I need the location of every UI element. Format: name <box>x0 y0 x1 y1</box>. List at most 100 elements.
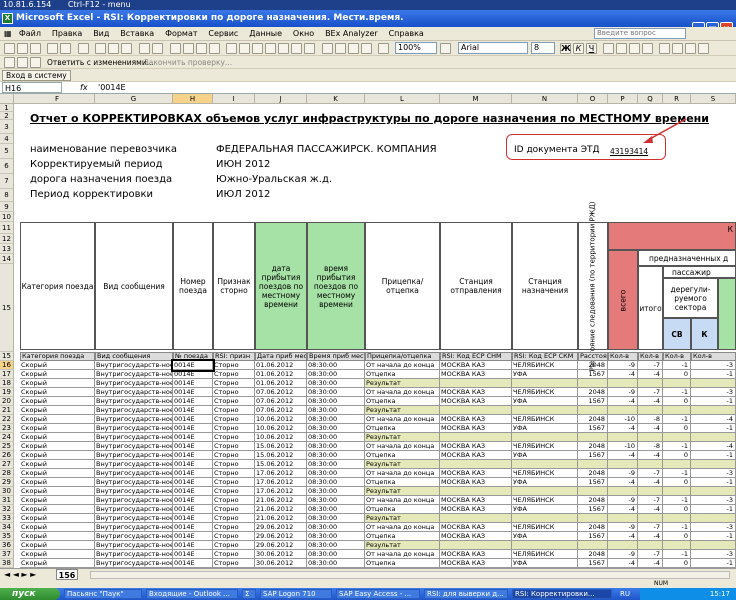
cell-date[interactable]: 15.06.2012 <box>255 442 307 451</box>
cell-quantity[interactable] <box>691 406 736 415</box>
cell-time[interactable]: 08:30:00 <box>307 505 365 514</box>
cell-category[interactable]: Скорый <box>20 397 95 406</box>
cell-coupling[interactable]: Отцепка <box>365 505 440 514</box>
task-spider[interactable]: Пасьянс "Паук" <box>64 589 142 599</box>
sap-table-icon[interactable] <box>335 43 346 54</box>
cell-quantity[interactable]: -4 <box>638 397 663 406</box>
bold-icon[interactable]: Ж <box>560 43 571 54</box>
cell-kind[interactable]: Внутригосударств-ное <box>95 424 173 433</box>
cell-from[interactable]: МОСКВА КАЗ <box>440 532 512 541</box>
cell-date[interactable]: 30.06.2012 <box>255 559 307 568</box>
cell-quantity[interactable] <box>663 433 691 442</box>
cell-storno[interactable]: Сторно <box>213 451 255 460</box>
cell-quantity[interactable] <box>608 460 638 469</box>
filter-dropdown[interactable]: Вид сообщения <box>95 352 173 361</box>
worksheet[interactable]: FGHIJKLMNOPQRS 1 2 3 4 5 6 7 8 9 10 11 12 13 14 15 15 16… <box>0 94 736 568</box>
open-icon[interactable] <box>17 43 28 54</box>
menu-bex[interactable]: BEx Analyzer <box>321 27 382 41</box>
cell-quantity[interactable]: -4 <box>608 424 638 433</box>
menu-window[interactable]: Окно <box>289 27 318 41</box>
cell-coupling[interactable]: Результат <box>365 487 440 496</box>
menu-view[interactable]: Вид <box>89 27 113 41</box>
cell-quantity[interactable]: -8 <box>638 442 663 451</box>
cell-kind[interactable]: Внутригосударств-ное <box>95 523 173 532</box>
cell-from[interactable]: МОСКВА КАЗ <box>440 397 512 406</box>
cell-quantity[interactable]: 0 <box>663 451 691 460</box>
cell-storno[interactable]: Сторно <box>213 361 255 370</box>
review-icon[interactable] <box>4 57 15 68</box>
cell-distance[interactable] <box>578 460 608 469</box>
cell-from[interactable]: МОСКВА КАЗ <box>440 478 512 487</box>
row-header[interactable]: 29 <box>0 478 14 487</box>
cell-train-number[interactable]: 0014E <box>173 541 213 550</box>
cell-quantity[interactable]: -4 <box>608 532 638 541</box>
cell-time[interactable]: 08:30:00 <box>307 532 365 541</box>
cell-quantity[interactable] <box>691 487 736 496</box>
cell-coupling[interactable]: Результат <box>365 406 440 415</box>
cell-quantity[interactable]: -4 <box>608 505 638 514</box>
cell-coupling[interactable]: Отцепка <box>365 397 440 406</box>
cell-quantity[interactable]: -1 <box>691 397 736 406</box>
cell-quantity[interactable]: -3 <box>691 361 736 370</box>
cell-storno[interactable]: Сторно <box>213 505 255 514</box>
cell-time[interactable]: 08:30:00 <box>307 379 365 388</box>
login-button[interactable]: Вход в систему <box>2 70 71 81</box>
menu-insert[interactable]: Вставка <box>116 27 158 41</box>
cell-category[interactable]: Скорый <box>20 388 95 397</box>
cell-train-number[interactable]: 0014E <box>173 496 213 505</box>
filter-dropdown[interactable]: Время приб мест <box>307 352 365 361</box>
cell-distance[interactable] <box>578 541 608 550</box>
cell-time[interactable]: 08:30:00 <box>307 361 365 370</box>
cell-time[interactable]: 08:30:00 <box>307 397 365 406</box>
cell-quantity[interactable]: -1 <box>663 523 691 532</box>
cell-coupling[interactable]: Отцепка <box>365 559 440 568</box>
cell-date[interactable]: 17.06.2012 <box>255 469 307 478</box>
cell-quantity[interactable]: -9 <box>608 361 638 370</box>
menu-tools[interactable]: Сервис <box>204 27 242 41</box>
cell-time[interactable]: 08:30:00 <box>307 550 365 559</box>
cell-time[interactable]: 08:30:00 <box>307 514 365 523</box>
cell-quantity[interactable]: -7 <box>638 496 663 505</box>
row-header[interactable]: 19 <box>0 388 14 397</box>
sap-bex-icon[interactable] <box>252 43 263 54</box>
cell-train-number[interactable]: 0014E <box>173 505 213 514</box>
review-icon-2[interactable] <box>17 57 28 68</box>
cell-to[interactable] <box>512 433 578 442</box>
cell-storno[interactable]: Сторно <box>213 388 255 397</box>
cell-quantity[interactable] <box>638 406 663 415</box>
sheet-tab[interactable]: 156 <box>56 569 78 580</box>
cell-to[interactable]: ЧЕЛЯБИНСК <box>512 442 578 451</box>
cell-quantity[interactable]: 0 <box>663 370 691 379</box>
drawing-toggle-icon[interactable] <box>378 43 389 54</box>
cell-date[interactable]: 15.06.2012 <box>255 460 307 469</box>
sort-desc-icon[interactable] <box>209 43 220 54</box>
filter-dropdown[interactable]: RSI: Код ЕСР СНМ <box>440 352 512 361</box>
sap-refresh-icon[interactable] <box>265 43 276 54</box>
cell-time[interactable]: 08:30:00 <box>307 523 365 532</box>
cell-category[interactable]: Скорый <box>20 415 95 424</box>
cell-date[interactable]: 29.06.2012 <box>255 541 307 550</box>
cell-quantity[interactable]: -1 <box>691 370 736 379</box>
cell-category[interactable]: Скорый <box>20 406 95 415</box>
cell-quantity[interactable] <box>663 514 691 523</box>
cell-train-number[interactable]: 0014E <box>173 451 213 460</box>
id-value[interactable]: 43193414 <box>610 147 648 156</box>
cell-quantity[interactable]: -4 <box>638 559 663 568</box>
redo-icon[interactable] <box>152 43 163 54</box>
preview-icon[interactable] <box>60 43 71 54</box>
new-icon[interactable] <box>4 43 15 54</box>
cell-quantity[interactable]: -7 <box>638 469 663 478</box>
cell-distance[interactable] <box>578 379 608 388</box>
cell-to[interactable]: ЧЕЛЯБИНСК <box>512 550 578 559</box>
column-header[interactable]: K <box>307 94 365 104</box>
cell-quantity[interactable]: -3 <box>691 469 736 478</box>
fx-icon[interactable]: fx <box>80 82 88 93</box>
menu-file[interactable]: Файл <box>15 27 45 41</box>
cell-to[interactable] <box>512 460 578 469</box>
cell-category[interactable]: Скорый <box>20 514 95 523</box>
cell-time[interactable]: 08:30:00 <box>307 496 365 505</box>
cell-storno[interactable]: Сторно <box>213 559 255 568</box>
language-indicator[interactable]: RU <box>620 588 630 600</box>
italic-icon[interactable]: К <box>573 43 584 54</box>
cell-quantity[interactable] <box>691 460 736 469</box>
